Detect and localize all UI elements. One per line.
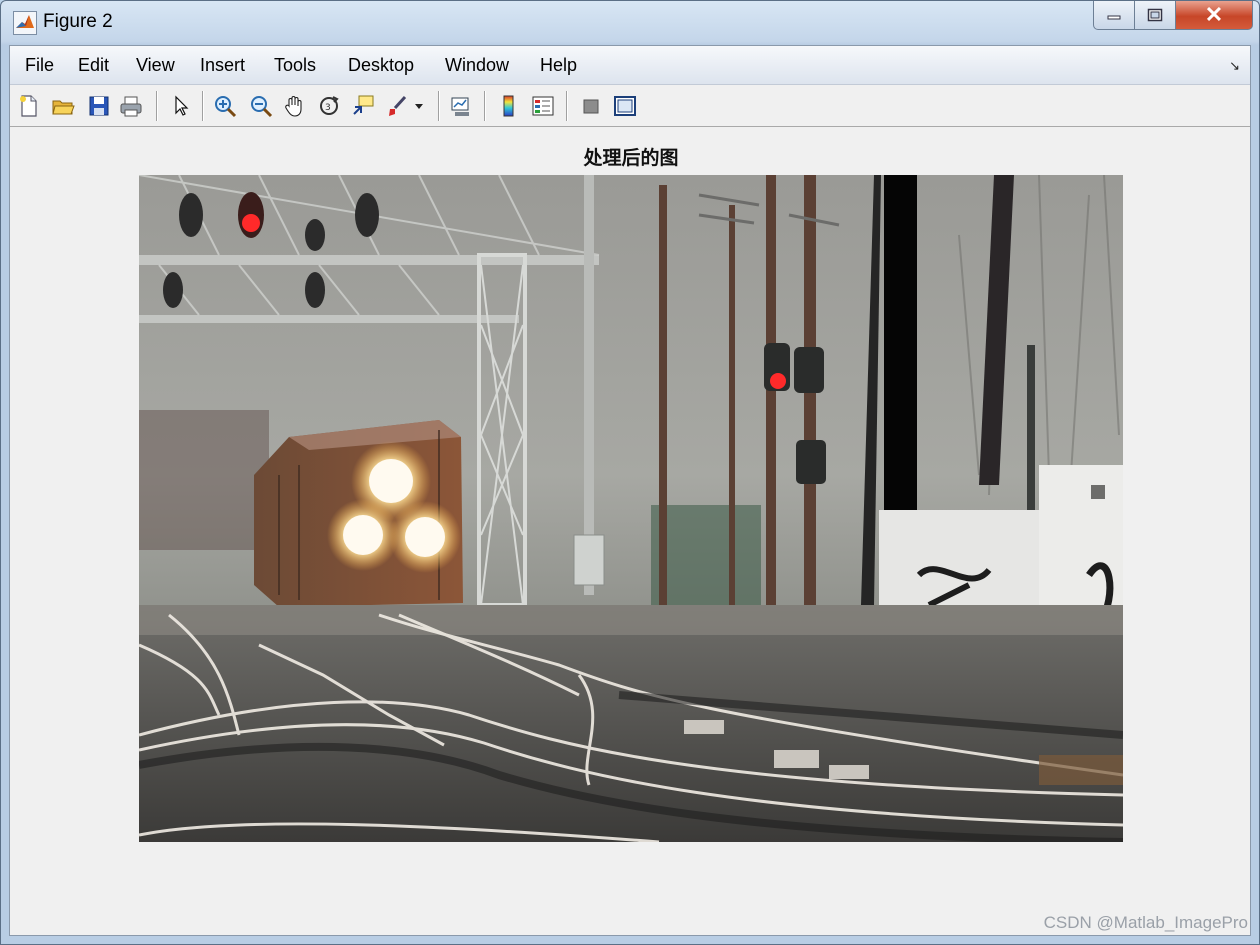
csdn-watermark: CSDN @Matlab_ImagePro [1043, 913, 1248, 932]
new-figure-icon[interactable] [16, 93, 42, 119]
title-bar[interactable]: Figure 2 ✕ [1, 1, 1259, 45]
figure-client-area: File Edit View Insert Tools Desktop Wind… [9, 45, 1251, 936]
rotate-3d-icon[interactable]: 3 [316, 93, 342, 119]
menu-bar: File Edit View Insert Tools Desktop Wind… [10, 46, 1250, 85]
pan-icon[interactable] [282, 93, 308, 119]
link-plot-icon[interactable] [448, 93, 474, 119]
minimize-icon [1107, 15, 1121, 20]
figure-window: Figure 2 ✕ File Edit View Insert Tools D… [0, 0, 1260, 945]
print-icon[interactable] [118, 93, 144, 119]
maximize-icon [1147, 8, 1163, 22]
menu-view[interactable]: View [136, 55, 175, 76]
toolbar-separator [438, 91, 440, 121]
menu-insert[interactable]: Insert [200, 55, 245, 76]
toolbar-separator [566, 91, 568, 121]
menu-window[interactable]: Window [445, 55, 509, 76]
hide-plot-tools-icon[interactable] [578, 93, 604, 119]
edit-plot-icon[interactable] [168, 93, 194, 119]
data-cursor-icon[interactable] [350, 93, 376, 119]
menu-edit[interactable]: Edit [78, 55, 109, 76]
menu-file[interactable]: File [25, 55, 54, 76]
axes-title: 处理后的图 [583, 147, 679, 169]
close-icon: ✕ [1204, 2, 1224, 27]
open-file-icon[interactable] [50, 93, 76, 119]
toolbar-separator [156, 91, 158, 121]
menu-help[interactable]: Help [540, 55, 577, 76]
brush-dropdown-icon[interactable] [412, 93, 426, 119]
toolbar-separator [484, 91, 486, 121]
close-button[interactable]: ✕ [1175, 1, 1253, 30]
matlab-logo-icon[interactable] [13, 11, 37, 35]
save-icon[interactable] [86, 93, 112, 119]
dock-arrow-icon[interactable]: ↘ [1229, 58, 1240, 74]
svg-text:3: 3 [325, 103, 331, 113]
brush-icon[interactable] [384, 93, 410, 119]
minimize-button[interactable] [1093, 1, 1135, 30]
menu-desktop[interactable]: Desktop [348, 55, 414, 76]
show-plot-tools-icon[interactable] [612, 93, 638, 119]
window-title: Figure 2 [43, 11, 113, 32]
toolbar-separator [202, 91, 204, 121]
figure-toolbar: 3 [10, 85, 1250, 127]
colorbar-icon[interactable] [496, 93, 522, 119]
processed-train-image [139, 175, 1123, 842]
zoom-out-icon[interactable] [248, 93, 274, 119]
menu-tools[interactable]: Tools [274, 55, 316, 76]
maximize-button[interactable] [1134, 1, 1176, 30]
zoom-in-icon[interactable] [212, 93, 238, 119]
legend-icon[interactable] [530, 93, 556, 119]
